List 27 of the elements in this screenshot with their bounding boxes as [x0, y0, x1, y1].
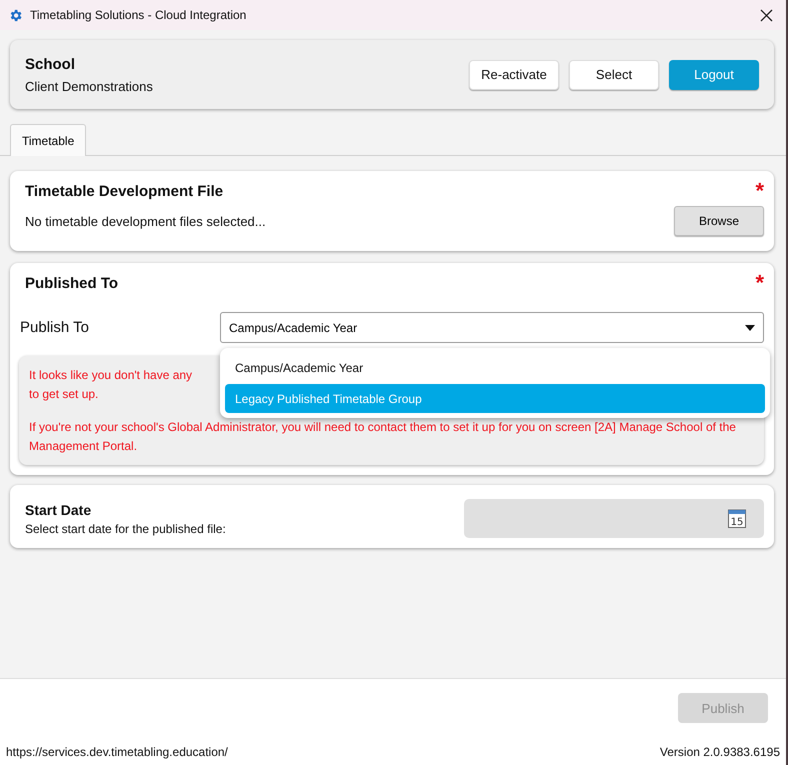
calendar-icon: 15 — [728, 509, 746, 528]
required-mark: * — [755, 183, 764, 199]
required-mark: * — [755, 275, 764, 291]
error-text: It looks like you don't have any — [29, 367, 192, 384]
settings-icon — [8, 8, 23, 22]
publish-to-dropdown[interactable]: Campus/Academic Year — [220, 312, 764, 343]
school-heading: School — [25, 56, 76, 72]
card-title: Start Date — [25, 502, 92, 518]
field-label: Publish To — [20, 319, 90, 336]
card-title: Published To — [25, 275, 118, 292]
tab[interactable]: Timetable — [10, 124, 86, 156]
action-button[interactable]: Select — [569, 60, 659, 90]
version-text: Version 2.0.9383.6195 — [660, 745, 780, 759]
dropdown-option[interactable]: Campus/Academic Year — [225, 353, 765, 382]
action-button[interactable]: Re-activate — [469, 60, 559, 90]
service-url: https://services.dev.timetabling.education/ — [6, 745, 228, 759]
browse-button[interactable]: Browse — [674, 206, 764, 236]
file-status: No timetable development files selected... — [25, 214, 266, 228]
caret-icon — [745, 324, 755, 330]
card-title: Timetable Development File — [25, 183, 224, 200]
error-text: to get set up. — [29, 386, 98, 403]
error-text: If you're not your school's Global Administrator, you will need to contact them to set it up for you on screen [2A] Manage School of the Management Portal. — [29, 419, 737, 455]
window-title: Timetabling Solutions - Cloud Integration — [30, 8, 248, 22]
date-field[interactable]: 15 — [464, 499, 764, 538]
school-name: Client Demonstrations — [25, 78, 154, 94]
close-icon — [760, 8, 772, 22]
description: Select start date for the published file: — [25, 522, 226, 536]
